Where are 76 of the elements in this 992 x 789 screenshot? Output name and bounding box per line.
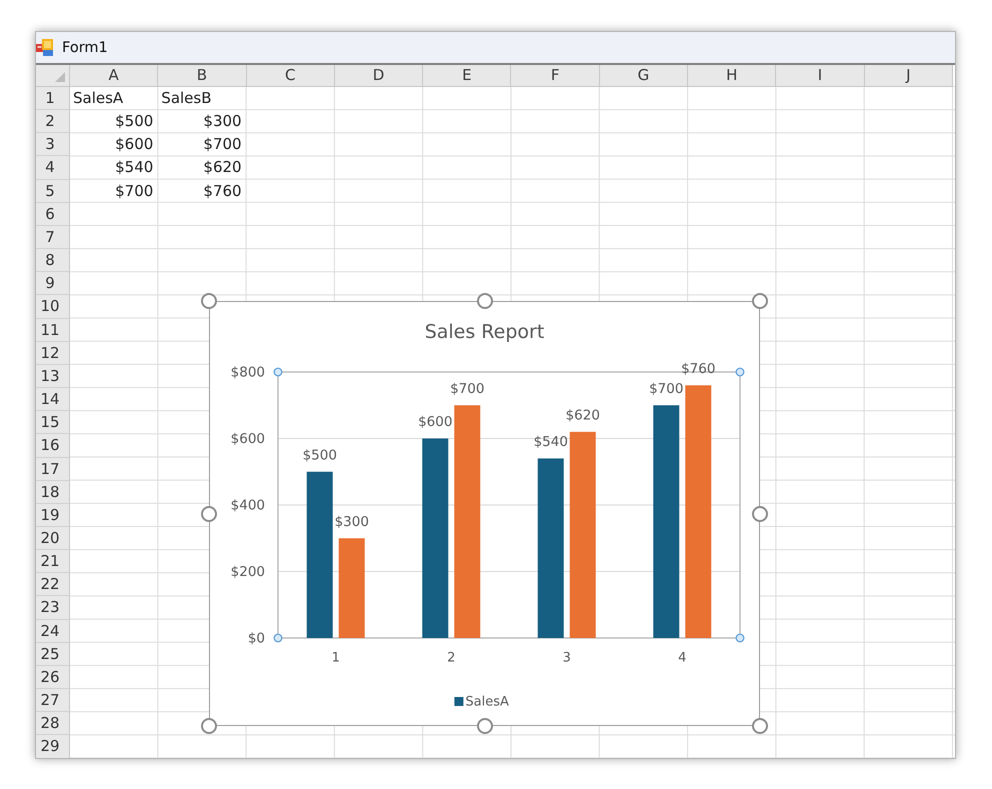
row-header[interactable]: 9: [36, 272, 70, 296]
column-header[interactable]: E: [423, 65, 512, 87]
column-header[interactable]: C: [246, 65, 335, 87]
table-cell[interactable]: $700: [158, 133, 247, 156]
row-header[interactable]: 1: [36, 87, 70, 110]
row-header[interactable]: 14: [36, 388, 70, 412]
y-axis-label: $200: [230, 564, 265, 580]
row-header[interactable]: 10: [36, 295, 70, 319]
data-label: $300: [334, 514, 369, 530]
column-header[interactable]: B: [158, 65, 247, 87]
row-header[interactable]: 12: [36, 342, 70, 365]
x-axis-label: 2: [447, 650, 456, 666]
row-header[interactable]: 15: [36, 411, 70, 434]
table-cell[interactable]: SalesA: [70, 87, 158, 110]
y-axis-label: $0: [248, 630, 265, 647]
column-header[interactable]: G: [600, 65, 688, 87]
column-header[interactable]: I: [776, 65, 865, 87]
plot-area-handle[interactable]: [274, 368, 282, 376]
table-cell[interactable]: $540: [70, 156, 158, 180]
row-header[interactable]: 25: [36, 642, 70, 666]
row-header[interactable]: 3: [36, 133, 70, 156]
row-header[interactable]: 8: [36, 249, 70, 272]
data-label: $700: [450, 380, 484, 397]
plot-area-handle[interactable]: [736, 634, 744, 642]
y-axis-label: $400: [230, 498, 265, 514]
row-header[interactable]: 13: [36, 364, 70, 388]
row-header[interactable]: 5: [36, 180, 70, 203]
row-header[interactable]: 28: [36, 712, 70, 736]
column-header[interactable]: H: [688, 65, 776, 87]
data-label: $700: [649, 380, 684, 397]
column-header[interactable]: F: [511, 65, 600, 87]
row-header[interactable]: 26: [36, 666, 70, 690]
row-header[interactable]: 17: [36, 458, 70, 481]
plot-area-handle[interactable]: [274, 634, 282, 642]
x-axis-label: 3: [562, 650, 571, 666]
table-cell[interactable]: $600: [70, 133, 158, 156]
row-header[interactable]: 22: [36, 573, 70, 596]
column-header[interactable]: J: [864, 65, 953, 87]
window-title: Form1: [62, 40, 108, 56]
table-cell[interactable]: $760: [158, 180, 247, 203]
x-axis-label: 4: [678, 650, 686, 666]
legend-label: SalesA: [465, 694, 509, 710]
row-header[interactable]: 2: [36, 110, 70, 134]
row-header[interactable]: 21: [36, 550, 70, 574]
row-header[interactable]: 27: [36, 689, 70, 712]
table-cell[interactable]: $700: [70, 180, 158, 203]
data-label: $540: [534, 434, 568, 450]
app-icon: [36, 39, 53, 56]
row-header[interactable]: 18: [36, 480, 70, 504]
row-header[interactable]: 7: [36, 226, 70, 250]
table-cell[interactable]: $500: [70, 110, 158, 134]
row-header[interactable]: 16: [36, 434, 70, 458]
chart-area[interactable]: Sales Report $0 $200 $400 $600 $800 1 2 3 4 $500 $600 $540 $700 $300 $700 $620 $760 SalesA: [209, 301, 760, 726]
table-cell[interactable]: $300: [158, 110, 247, 134]
row-header[interactable]: 11: [36, 318, 70, 342]
data-label: $500: [302, 447, 337, 464]
data-label: $620: [566, 408, 600, 424]
y-axis-label: $800: [230, 364, 265, 381]
table-cell[interactable]: SalesB: [158, 87, 247, 110]
row-header[interactable]: 24: [36, 620, 70, 643]
data-label: $760: [681, 360, 716, 377]
x-axis-label: 1: [332, 650, 340, 666]
triangle-icon: [55, 72, 65, 82]
row-header[interactable]: 4: [36, 156, 70, 180]
row-header[interactable]: 6: [36, 202, 70, 226]
table-cell[interactable]: $620: [158, 156, 247, 180]
data-label: $600: [418, 414, 452, 430]
column-header[interactable]: D: [334, 65, 424, 87]
row-header[interactable]: 20: [36, 526, 70, 550]
row-header[interactable]: 23: [36, 596, 70, 620]
chart-title: Sales Report: [424, 321, 544, 344]
plot-area-handle[interactable]: [736, 368, 744, 376]
row-header[interactable]: 19: [36, 504, 70, 527]
row-header[interactable]: 29: [36, 735, 70, 758]
column-header[interactable]: A: [70, 65, 158, 87]
y-axis-label: $600: [230, 431, 265, 448]
